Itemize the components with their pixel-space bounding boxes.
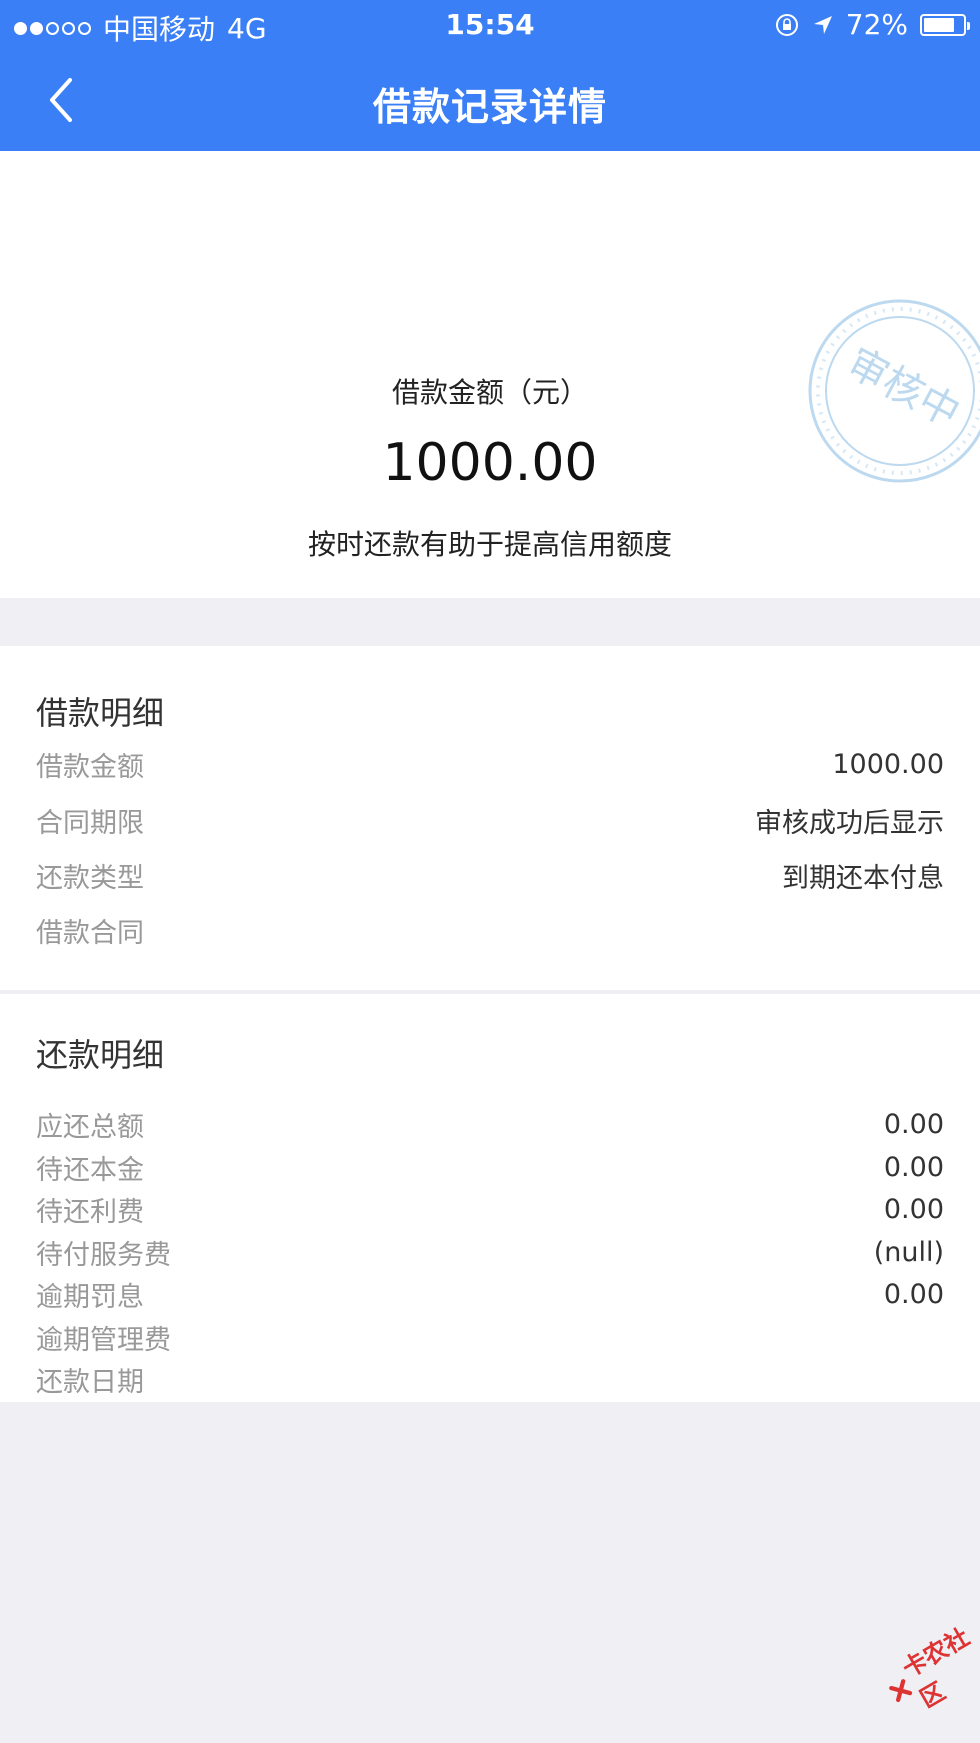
row-label: 还款类型 [36,862,144,894]
row-value: 到期还本付息 [782,862,944,894]
detail-row-contract-term: 合同期限 审核成功后显示 [36,799,944,841]
row-value: 审核成功后显示 [755,807,944,839]
row-value: 0.00 [883,1278,944,1310]
row-label: 待还本金 [36,1154,144,1186]
loan-detail-title: 借款明细 [36,694,165,732]
row-label: 应还总额 [36,1111,144,1143]
status-right: 72% [774,8,970,41]
repay-row-overdue-mgmt-fee: 逾期管理费 [36,1316,944,1358]
row-label: 逾期管理费 [36,1324,171,1356]
community-watermark: 卡农社区 [875,1613,980,1726]
row-label: 借款合同 [36,917,144,949]
battery-icon [920,13,970,36]
detail-row-loan-amount: 借款金额 1000.00 [36,743,944,785]
repay-row-principal: 待还本金 0.00 [36,1146,944,1188]
row-value: 0.00 [883,1151,944,1183]
battery-percent: 72% [845,8,908,41]
repay-row-interest: 待还利费 0.00 [36,1188,944,1230]
status-bar: 中国移动 4G 15:54 72% [0,0,980,50]
repay-row-overdue-penalty: 逾期罚息 0.00 [36,1273,944,1315]
row-value: 1000.00 [832,748,944,780]
loan-detail-section: 借款明细 借款金额 1000.00 合同期限 审核成功后显示 还款类型 到期还本… [0,646,980,990]
row-value: 0.00 [883,1193,944,1225]
row-value: 0.00 [883,1108,944,1140]
location-arrow-icon [813,15,832,34]
detail-row-loan-contract[interactable]: 借款合同 [36,909,944,951]
repay-detail-section: 还款明细 应还总额 0.00 待还本金 0.00 待还利费 0.00 待付服务费… [0,994,980,1402]
row-label: 待还利费 [36,1196,144,1228]
loan-amount-value: 1000.00 [382,433,598,493]
repay-row-total: 应还总额 0.00 [36,1103,944,1145]
row-label: 待付服务费 [36,1239,171,1271]
row-value: (null) [873,1236,944,1268]
repay-row-service-fee: 待付服务费 (null) [36,1231,944,1273]
page-title: 借款记录详情 [372,85,607,129]
row-label: 还款日期 [36,1366,144,1398]
loan-amount-label: 借款金额（元） [391,376,588,409]
repayment-tip: 按时还款有助于提高信用额度 [307,528,672,561]
repay-row-repay-date: 还款日期 [36,1358,944,1400]
detail-row-repay-type: 还款类型 到期还本付息 [36,854,944,896]
orientation-lock-icon [775,13,798,36]
repay-detail-title: 还款明细 [36,1036,165,1074]
header: 中国移动 4G 15:54 72% 借款记录详情 [0,0,980,151]
loan-summary: 审核中 借款金额（元） 1000.00 按时还款有助于提高信用额度 [0,151,980,598]
row-label: 合同期限 [36,807,144,839]
row-label: 逾期罚息 [36,1281,144,1313]
row-label: 借款金额 [36,751,144,783]
